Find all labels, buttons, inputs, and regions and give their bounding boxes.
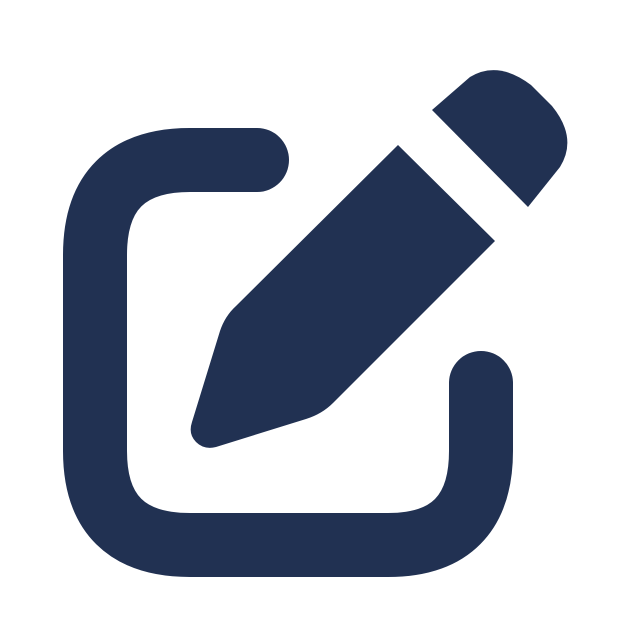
edit-icon [63,70,568,577]
icon-canvas [0,0,640,640]
pencil-cap [432,70,568,207]
